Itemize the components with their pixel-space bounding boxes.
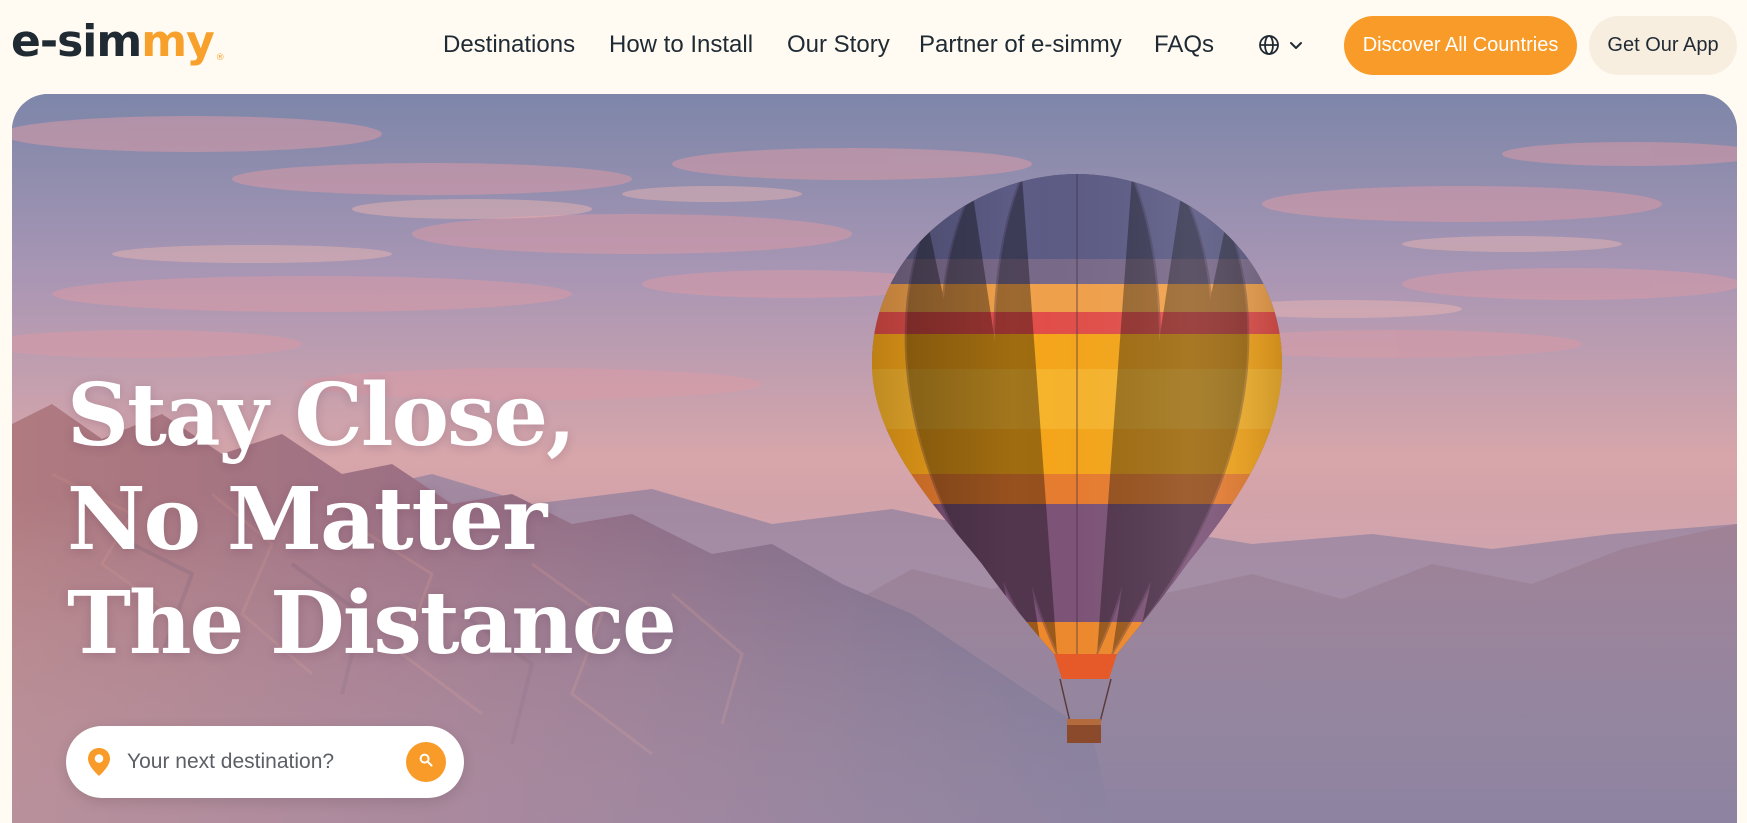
search-submit-button[interactable] bbox=[406, 742, 446, 782]
main-nav: Destinations How to Install Our Story Pa… bbox=[0, 25, 1240, 65]
site-header: e-sim my ® Destinations How to Install Our… bbox=[0, 0, 1747, 93]
chevron-down-icon bbox=[1288, 37, 1304, 53]
headline-line-1: Stay Close, bbox=[67, 365, 576, 466]
discover-all-countries-button[interactable]: Discover All Countries bbox=[1344, 16, 1577, 75]
nav-destinations[interactable]: Destinations bbox=[443, 25, 575, 65]
nav-how-to-install[interactable]: How to Install bbox=[609, 25, 753, 65]
location-pin-icon bbox=[86, 747, 112, 777]
search-icon bbox=[419, 753, 433, 772]
destination-search-input[interactable] bbox=[125, 740, 395, 784]
destination-search-bar bbox=[66, 726, 464, 798]
hero-headline: Stay Close, No Matter The Distance bbox=[67, 364, 767, 676]
get-our-app-button[interactable]: Get Our App bbox=[1589, 16, 1737, 75]
language-selector[interactable] bbox=[1258, 31, 1308, 59]
nav-faqs[interactable]: FAQs bbox=[1154, 25, 1214, 65]
headline-line-2: No Matter bbox=[67, 469, 547, 570]
globe-icon bbox=[1258, 34, 1280, 56]
hero-banner: Stay Close, No Matter The Distance bbox=[12, 94, 1737, 823]
nav-partner[interactable]: Partner of e-simmy bbox=[919, 25, 1122, 65]
headline-line-3: The Distance bbox=[67, 573, 677, 674]
nav-our-story[interactable]: Our Story bbox=[787, 25, 890, 65]
